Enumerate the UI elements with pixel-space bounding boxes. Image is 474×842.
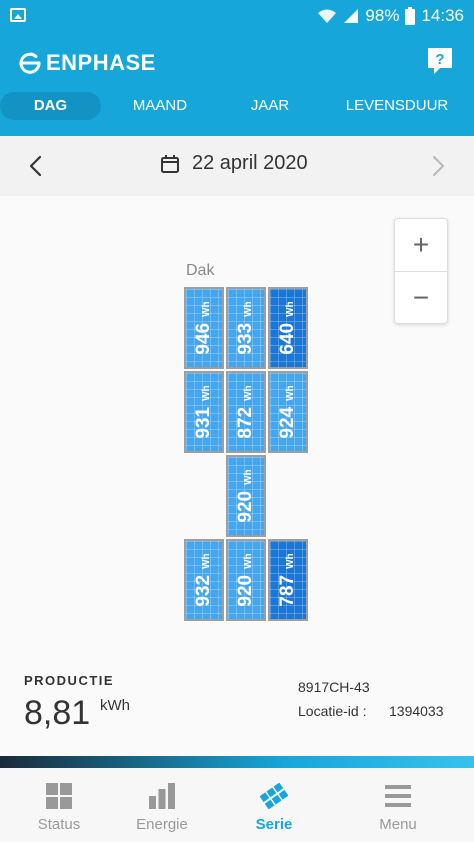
solar-panel[interactable]: 932 Wh: [184, 539, 224, 621]
panel-value: 787: [277, 574, 298, 607]
zoom-out-button[interactable]: −: [395, 271, 447, 323]
nav-energie-label: Energie: [136, 816, 188, 833]
zoom-in-button[interactable]: +: [395, 219, 447, 271]
calendar-icon: [161, 154, 179, 173]
solar-panel[interactable]: 924 Wh: [268, 371, 308, 453]
solar-panel[interactable]: 787 Wh: [268, 539, 308, 621]
app-header: ENPHASE ? DAG MAAND JAAR LEVENSDUUR: [0, 34, 474, 136]
battery-percent: 98%: [365, 6, 400, 25]
panel-value: 932: [193, 574, 214, 607]
zoom-control: + −: [394, 218, 448, 324]
status-indicators: 98% 14:36: [317, 6, 464, 26]
clock: 14:36: [421, 6, 464, 25]
nav-serie[interactable]: Serie: [224, 768, 324, 842]
status-bar: 98% 14:36: [0, 0, 474, 34]
panel-unit: Wh: [243, 385, 254, 401]
panel-unit: Wh: [285, 301, 296, 317]
panel-value: 946: [193, 322, 214, 355]
date-selector[interactable]: 22 april 2020: [160, 152, 308, 175]
date-bar: 22 april 2020: [0, 136, 474, 196]
panel-unit: Wh: [243, 301, 254, 317]
solar-panel[interactable]: 920 Wh: [226, 455, 266, 537]
hamburger-menu-icon: [385, 785, 411, 807]
help-icon[interactable]: ?: [426, 46, 454, 76]
solar-panel[interactable]: 931 Wh: [184, 371, 224, 453]
production-value: 8,81: [24, 694, 91, 732]
tab-jaar[interactable]: JAAR: [230, 92, 310, 120]
panel-unit: Wh: [243, 553, 254, 569]
system-id: 8917CH-43: [298, 679, 370, 695]
location-label: Locatie-id :: [298, 703, 367, 719]
tab-maand[interactable]: MAAND: [115, 92, 205, 120]
panel-value: 933: [235, 322, 256, 355]
production-summary: PRODUCTIE 8,81 kWh 8917CH-43 Locatie-id …: [0, 660, 474, 756]
nav-status[interactable]: Status: [9, 768, 109, 842]
chevron-left-icon[interactable]: [26, 154, 46, 178]
chevron-right-icon[interactable]: [428, 154, 448, 178]
enphase-logo: ENPHASE: [18, 50, 156, 76]
nav-energie[interactable]: Energie: [112, 768, 212, 842]
enphase-logo-icon: [19, 52, 41, 74]
array-label: Dak: [186, 262, 215, 279]
tab-levensduur[interactable]: LEVENSDUUR: [340, 92, 454, 120]
wifi-icon: [318, 9, 337, 23]
battery-icon: [405, 7, 416, 25]
solar-panel[interactable]: 872 Wh: [226, 371, 266, 453]
panel-value: 872: [235, 406, 256, 439]
solar-panel[interactable]: 920 Wh: [226, 539, 266, 621]
period-tabs: DAG MAAND JAAR LEVENSDUUR: [0, 92, 474, 122]
svg-text:?: ?: [435, 51, 444, 68]
panel-value: 640: [277, 322, 298, 355]
panel-value: 924: [277, 406, 298, 439]
nav-serie-label: Serie: [255, 816, 293, 833]
panel-unit: Wh: [201, 385, 212, 401]
production-title: PRODUCTIE: [24, 673, 115, 688]
location-id: 1394033: [389, 703, 444, 719]
tab-dag[interactable]: DAG: [0, 92, 101, 120]
nav-menu-label: Menu: [379, 816, 417, 833]
grid-icon: [46, 783, 72, 809]
solar-panel-icon: [260, 782, 288, 810]
current-date: 22 april 2020: [192, 152, 308, 174]
signal-icon: [344, 9, 359, 23]
panel-unit: Wh: [243, 469, 254, 485]
bottom-navigation: Status Energie Serie Menu: [0, 768, 474, 842]
panel-value: 931: [193, 406, 214, 439]
solar-panel[interactable]: 933 Wh: [226, 287, 266, 369]
panel-unit: Wh: [201, 301, 212, 317]
solar-panel[interactable]: 946 Wh: [184, 287, 224, 369]
gradient-divider: [0, 756, 474, 768]
panel-value: 920: [235, 574, 256, 607]
bar-chart-icon: [149, 783, 175, 809]
image-notification-icon: [10, 8, 26, 22]
panel-unit: Wh: [201, 553, 212, 569]
panel-unit: Wh: [285, 553, 296, 569]
panel-unit: Wh: [285, 385, 296, 401]
production-unit: kWh: [100, 697, 130, 714]
logo-text: ENPHASE: [46, 50, 156, 75]
nav-menu[interactable]: Menu: [348, 768, 448, 842]
panel-value: 920: [235, 490, 256, 523]
nav-status-label: Status: [37, 816, 81, 833]
solar-panel[interactable]: 640 Wh: [268, 287, 308, 369]
